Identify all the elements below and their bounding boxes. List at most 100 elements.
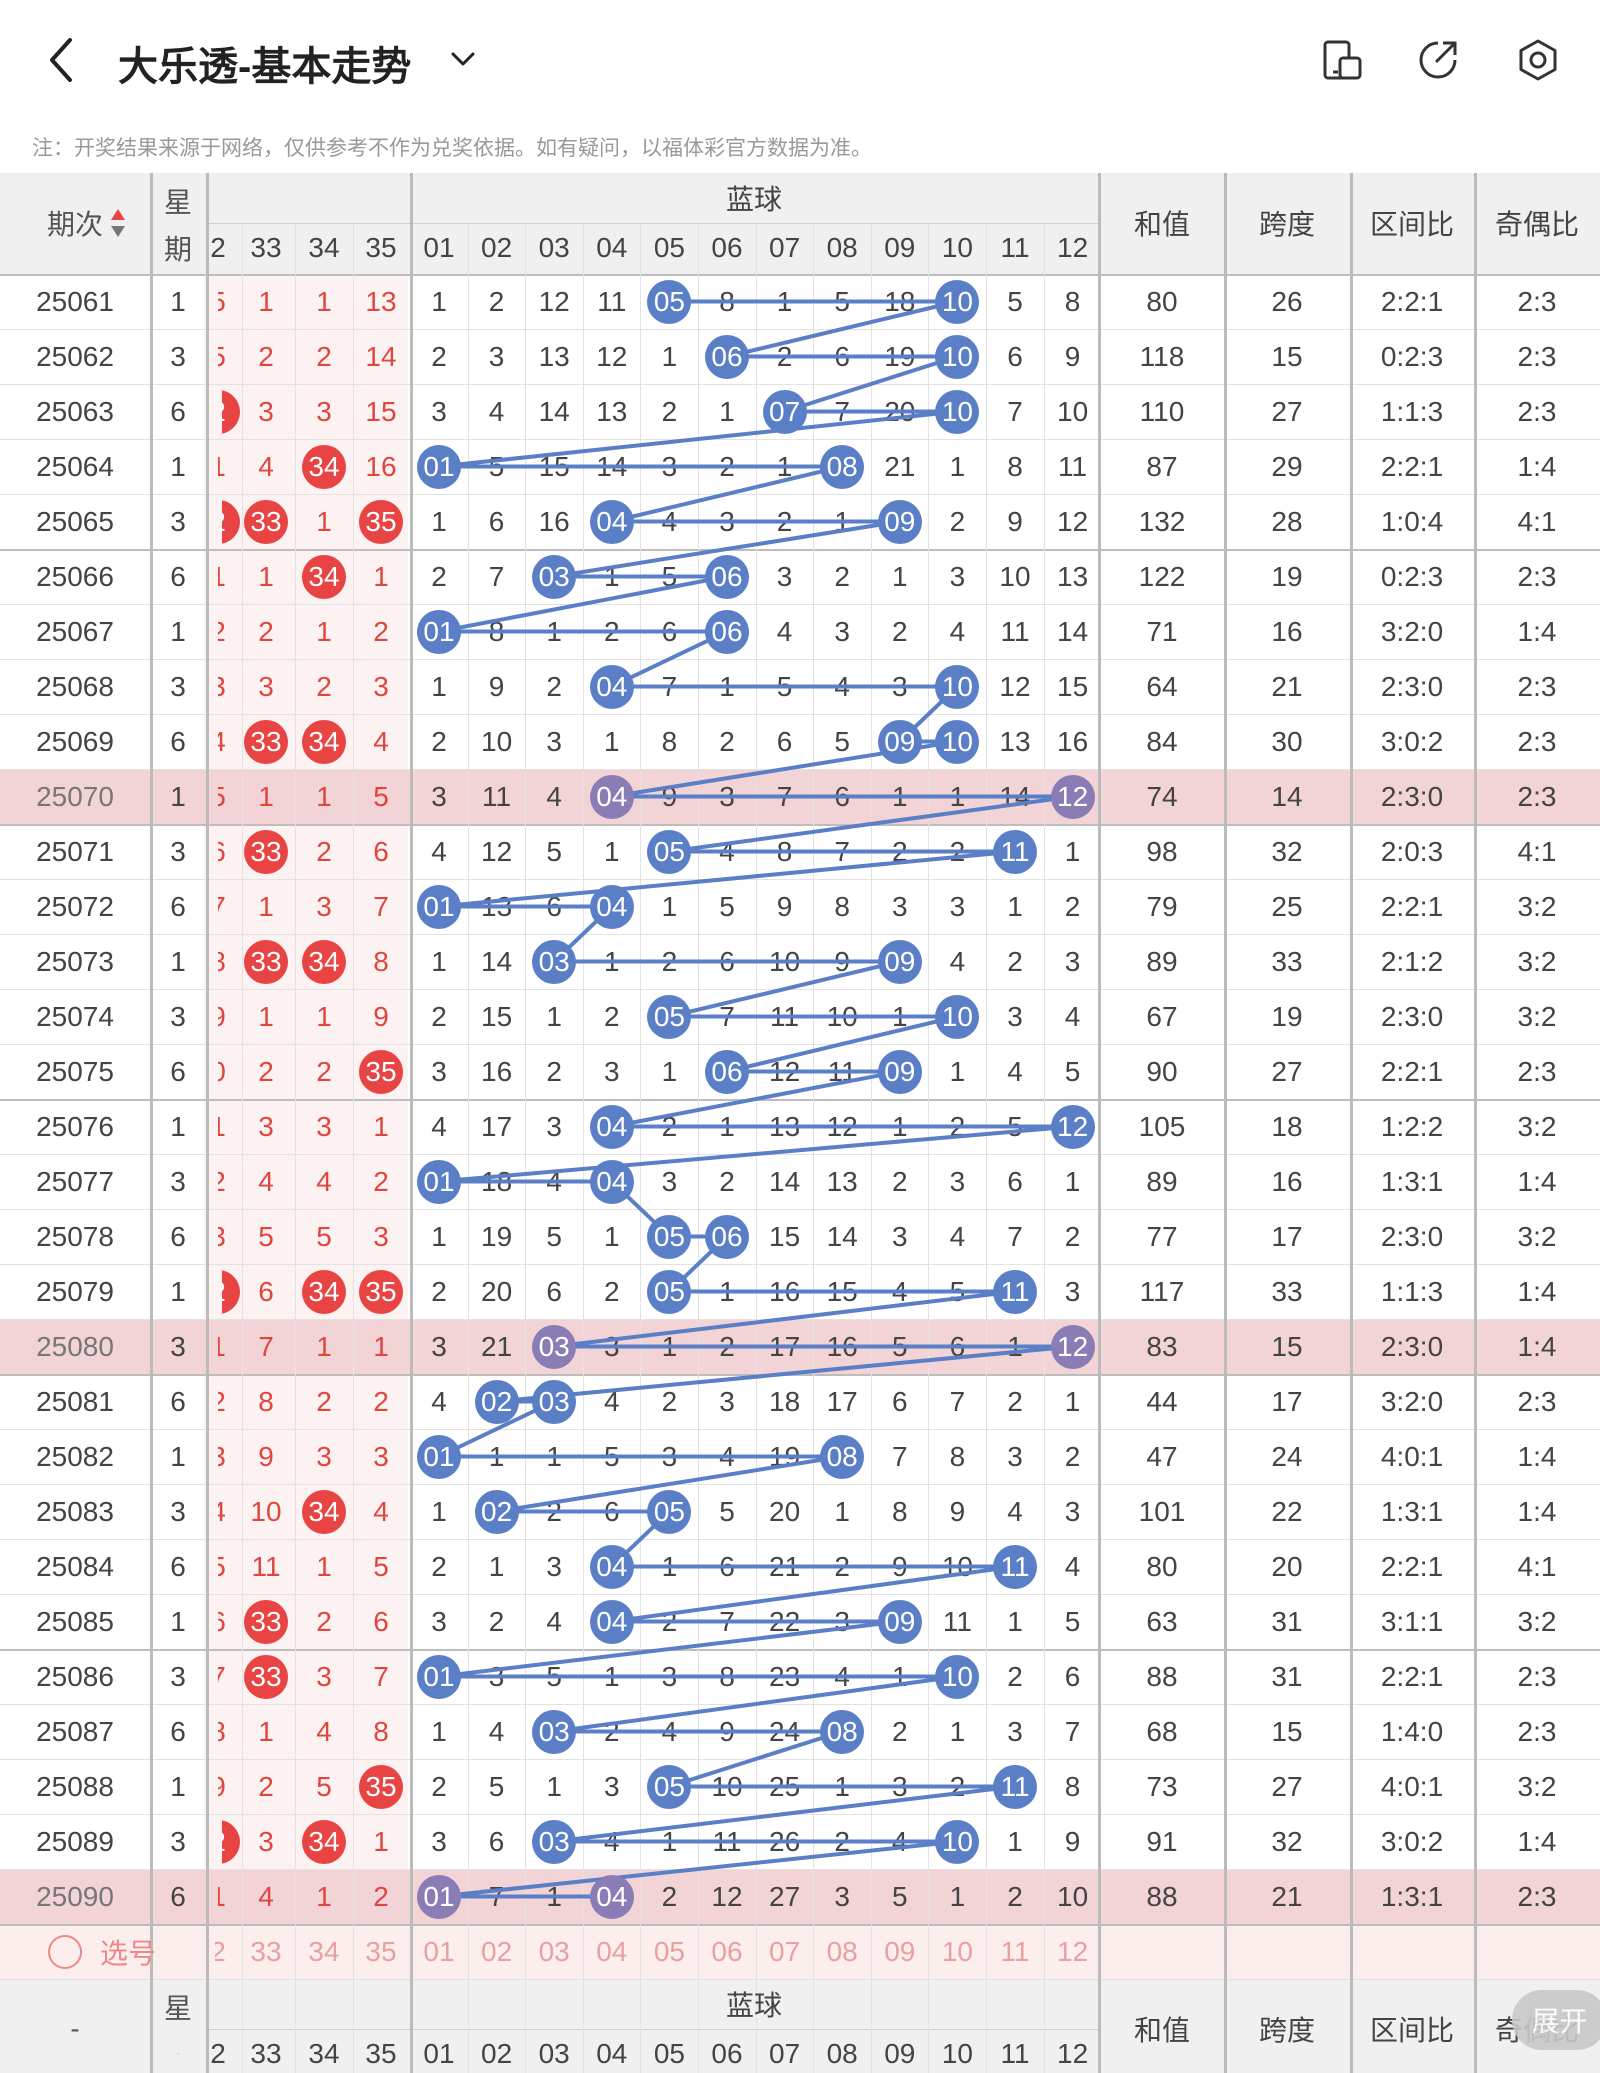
footer-period: - (70, 2013, 80, 2044)
blue-number-header: 07 (769, 2038, 801, 2069)
blue-ball-hit: 03 (532, 554, 577, 599)
blue-ball-hit: 04 (589, 1874, 634, 1919)
blue-ball-hit: 09 (877, 1049, 922, 1094)
blue-number-header: 06 (711, 2038, 743, 2069)
select-label[interactable]: 选号 (88, 1924, 168, 1979)
blue-ball-hit: 04 (589, 499, 634, 544)
blue-ball-hit: 10 (935, 664, 980, 709)
front-number-header: 35 (365, 2038, 397, 2069)
column-header-zone-ratio: 区间比 (1369, 2015, 1454, 2046)
blue-number-header: 10 (941, 2038, 973, 2069)
blue-number-header: 09 (884, 2038, 916, 2069)
select-blue-number[interactable]: 12 (1045, 1924, 1101, 1979)
select-blue-number[interactable]: 09 (872, 1924, 928, 1979)
select-blue-number[interactable]: 05 (641, 1924, 697, 1979)
blue-ball-hit: 06 (705, 609, 749, 654)
blue-ball-hit: 01 (417, 444, 461, 489)
select-blue-number[interactable]: 03 (526, 1924, 582, 1979)
column-header-span: 跨度 (1258, 2015, 1315, 2046)
blue-ball-hit: 09 (877, 939, 922, 984)
blue-ball-hit: 06 (705, 1214, 749, 1259)
blue-ball-hit: 03 (532, 939, 577, 984)
share-icon[interactable] (1416, 38, 1460, 82)
blue-number-header: 02 (481, 2038, 513, 2069)
settings-icon[interactable] (1516, 38, 1560, 82)
blue-ball-hit: 06 (705, 334, 749, 379)
blue-ball-hit: 05 (647, 1269, 692, 1314)
blue-ball-hit: 06 (705, 554, 749, 599)
select-blue-number[interactable]: 07 (757, 1924, 813, 1979)
blue-ball-hit: 04 (589, 1544, 634, 1589)
select-blue-number[interactable]: 10 (929, 1924, 985, 1979)
blue-ball-hit: 02 (474, 1489, 519, 1534)
blue-ball-hit: 03 (532, 1324, 577, 1369)
blue-ball-hit: 09 (877, 499, 922, 544)
blue-ball-hit: 07 (762, 389, 807, 434)
blue-ball-hit: 02 (474, 1379, 519, 1424)
select-front-number[interactable]: 35 (356, 1924, 406, 1979)
select-radio[interactable] (48, 1934, 82, 1969)
blue-ball-hit: 11 (993, 1269, 1037, 1314)
trend-table: 期次星期蓝球 2 33 34 35 01 02 03 04 05 06 07 08 09 10 11 12 和值跨… (0, 173, 1600, 2073)
blue-ball-hit: 03 (532, 1709, 577, 1754)
select-blue-number[interactable]: 06 (699, 1924, 755, 1979)
disclaimer-note: 注：开奖结果来源于网络，仅供参考不作为兑奖依据。如有疑问，以福体彩官方数据为准。 (32, 137, 872, 160)
blue-ball-hit: 04 (589, 774, 634, 819)
device-icon[interactable] (1320, 38, 1364, 82)
blue-ball-hit: 01 (417, 1434, 461, 1479)
blue-ball-hit: 10 (935, 1819, 980, 1864)
blue-ball-hit: 05 (647, 279, 692, 324)
blue-number-header: 04 (596, 2038, 628, 2069)
blue-ball-hit: 08 (820, 1709, 865, 1754)
select-front-number[interactable]: 33 (241, 1924, 291, 1979)
blue-ball-hit: 11 (993, 829, 1037, 874)
column-header-week: 星 (163, 1993, 192, 2024)
front-number-header: 33 (250, 2038, 282, 2069)
blue-ball-hit: 12 (1050, 774, 1095, 819)
select-blue-number[interactable]: 01 (411, 1924, 467, 1979)
blue-number-header: 12 (1057, 2038, 1089, 2069)
column-header-week: 期 (177, 2053, 179, 2055)
blue-ball-hit: 10 (935, 719, 980, 764)
select-blue-number[interactable]: 08 (814, 1924, 870, 1979)
page-title[interactable]: 大乐透-基本走势 (118, 34, 411, 92)
blue-ball-hit: 10 (935, 1654, 980, 1699)
blue-ball-hit: 10 (935, 334, 980, 379)
select-blue-number[interactable]: 02 (469, 1924, 525, 1979)
blue-number-header: 05 (653, 2038, 685, 2069)
blue-ball-hit: 05 (647, 1764, 692, 1809)
blue-ball-hit: 10 (935, 389, 980, 434)
select-front-number[interactable]: 34 (299, 1924, 349, 1979)
blue-number-header: 01 (423, 2038, 455, 2069)
back-icon[interactable] (40, 30, 84, 90)
select-blue-number[interactable]: 11 (987, 1924, 1043, 1979)
blue-ball-hit: 03 (532, 1379, 577, 1424)
blue-number-header: 11 (1000, 2038, 1030, 2069)
blue-ball-hit: 04 (589, 884, 634, 929)
blue-ball-hit: 04 (589, 664, 634, 709)
expand-button[interactable]: 展开 (1512, 1990, 1600, 2050)
blue-ball-hit: 09 (877, 719, 922, 764)
blue-ball-hit: 01 (417, 1874, 461, 1919)
blue-ball-hit: 05 (647, 829, 692, 874)
blue-ball-hit: 01 (417, 884, 461, 929)
blue-ball-hit: 05 (647, 1214, 692, 1259)
blue-ball-hit: 10 (935, 994, 980, 1039)
blue-ball-hit: 10 (935, 279, 980, 324)
blue-number-header: 08 (826, 2038, 858, 2069)
select-blue-number[interactable]: 04 (584, 1924, 640, 1979)
blue-ball-hit: 11 (993, 1544, 1037, 1589)
top-bar: 大乐透-基本走势 (0, 0, 1600, 120)
blue-ball-hit: 01 (417, 1159, 461, 1204)
blue-ball-hit: 04 (589, 1159, 634, 1204)
trend-lines (438, 299, 1073, 1899)
blue-number-header: 03 (538, 2038, 570, 2069)
blue-ball-hit: 05 (647, 1489, 692, 1534)
column-header-sum: 和值 (1133, 2015, 1190, 2046)
blue-ball-hit: 08 (820, 444, 865, 489)
blue-ball-hit: 01 (417, 609, 461, 654)
blue-ball-hit: 12 (1050, 1104, 1095, 1149)
blue-group-header: 蓝球 (725, 1990, 782, 2021)
chevron-down-icon[interactable] (448, 44, 478, 74)
blue-ball-hit: 06 (705, 1049, 749, 1094)
